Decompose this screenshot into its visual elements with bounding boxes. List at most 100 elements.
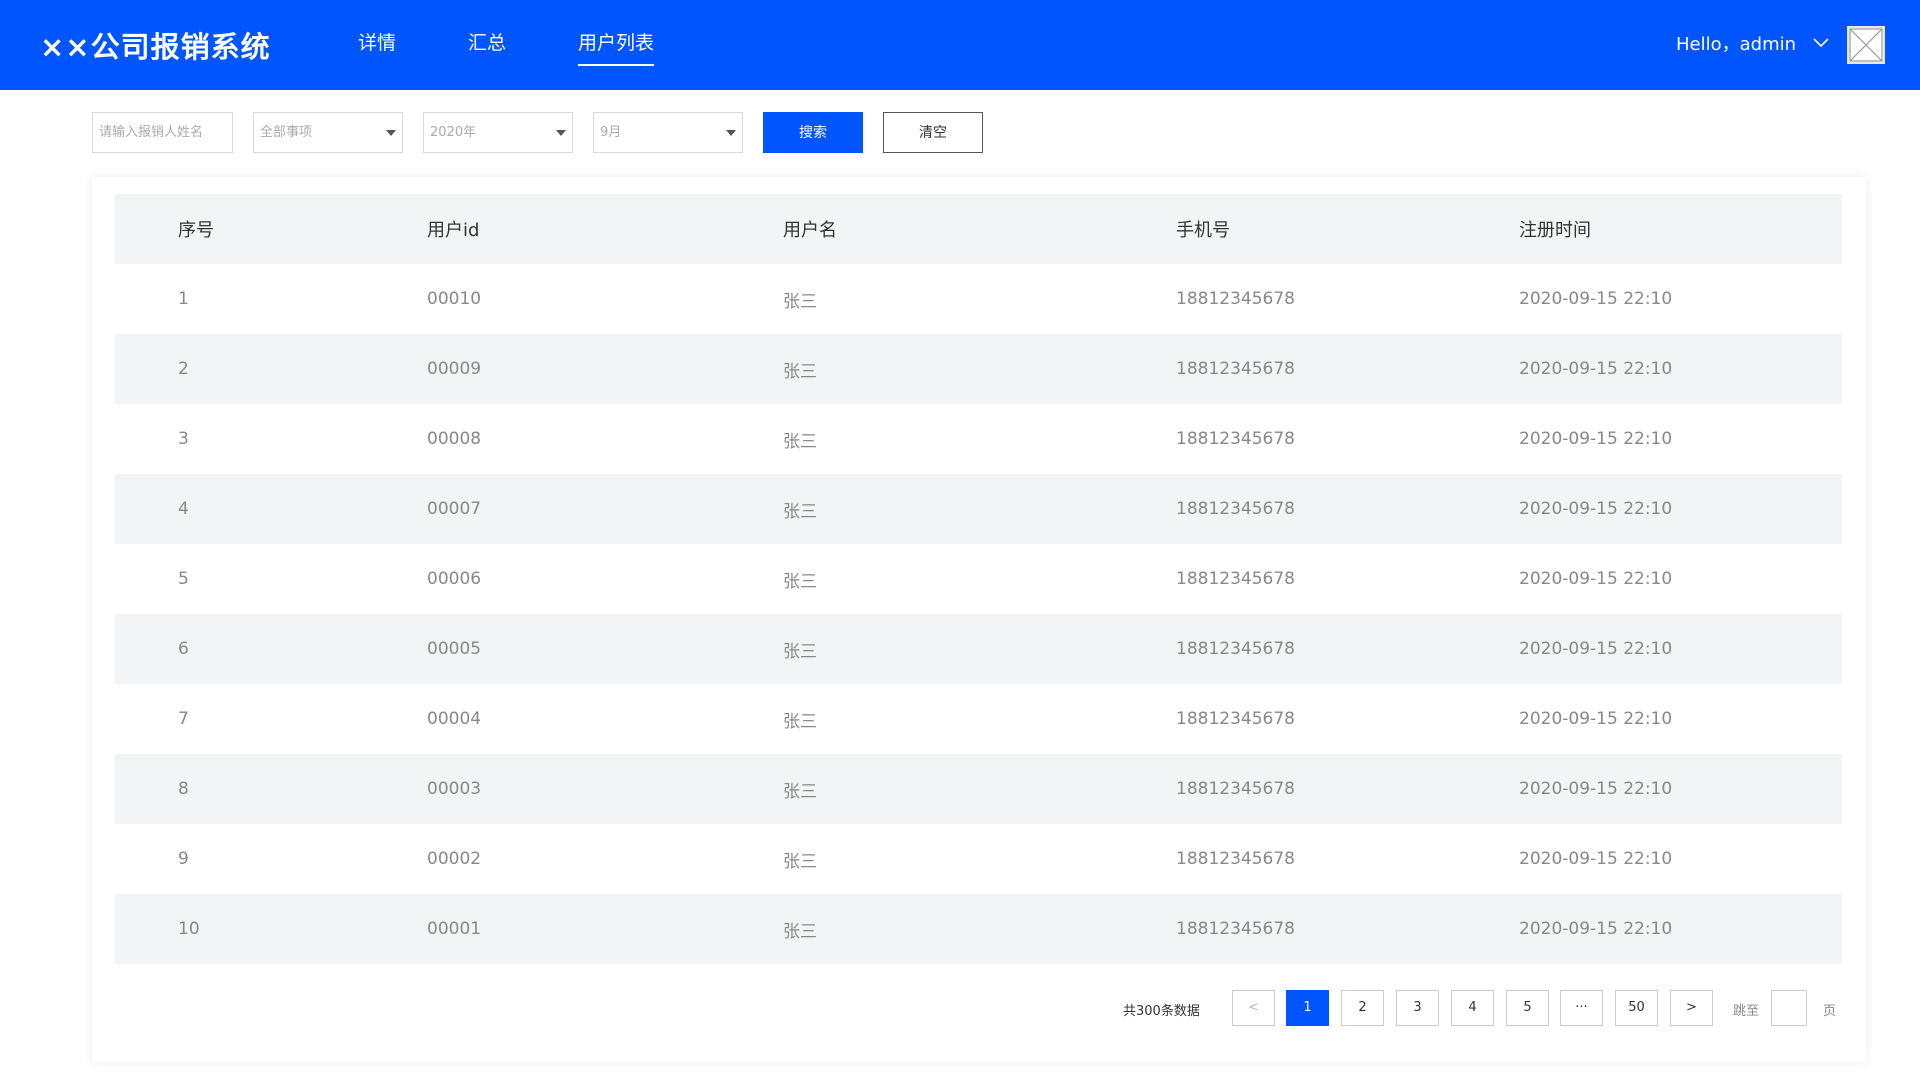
cell-username: 张三 (783, 431, 817, 452)
cell-index: 7 (178, 709, 189, 729)
cell-user-id: 00008 (427, 429, 482, 449)
cell-index: 4 (178, 499, 189, 519)
cell-index: 2 (178, 359, 189, 379)
app-logo: ××公司报销系统 (40, 30, 271, 64)
cell-username: 张三 (783, 711, 817, 732)
cell-phone: 18812345678 (1176, 779, 1295, 799)
cell-register-time: 2020-09-15 22:10 (1519, 779, 1673, 799)
jump-unit-label: 页 (1823, 1004, 1837, 1019)
column-header-register-time: 注册时间 (1519, 220, 1591, 241)
category-select[interactable]: 全部事项 (253, 112, 403, 153)
cell-user-id: 00007 (427, 499, 482, 519)
cell-phone: 18812345678 (1176, 429, 1295, 449)
cell-username: 张三 (783, 571, 817, 592)
user-greeting: Hello，admin (1676, 34, 1797, 55)
user-table: 序号 用户id 用户名 手机号 注册时间 1 00010 张三 18812345… (115, 194, 1842, 964)
cell-phone: 18812345678 (1176, 569, 1295, 589)
main-nav: 详情 汇总 用户列表 (358, 0, 726, 90)
cell-register-time: 2020-09-15 22:10 (1519, 429, 1673, 449)
table-row: 5 00006 张三 18812345678 2020-09-15 22:10 (115, 544, 1842, 614)
cell-phone: 18812345678 (1176, 359, 1295, 379)
nav-item-summary[interactable]: 汇总 (468, 0, 506, 90)
cell-register-time: 2020-09-15 22:10 (1519, 289, 1673, 309)
cell-username: 张三 (783, 641, 817, 662)
avatar[interactable] (1847, 26, 1885, 64)
cell-index: 8 (178, 779, 189, 799)
cell-index: 9 (178, 849, 189, 869)
cell-username: 张三 (783, 361, 817, 382)
table-row: 2 00009 张三 18812345678 2020-09-15 22:10 (115, 334, 1842, 404)
table-row: 4 00007 张三 18812345678 2020-09-15 22:10 (115, 474, 1842, 544)
page-button-4[interactable]: 4 (1451, 990, 1494, 1026)
cell-user-id: 00001 (427, 919, 482, 939)
cell-username: 张三 (783, 921, 817, 942)
page-ellipsis[interactable]: ··· (1560, 990, 1603, 1026)
top-header: ××公司报销系统 详情 汇总 用户列表 Hello，admin (0, 0, 1920, 90)
cell-user-id: 00002 (427, 849, 482, 869)
nav-item-details[interactable]: 详情 (358, 0, 396, 90)
caret-down-icon (726, 130, 736, 136)
total-count: 共300条数据 (1123, 1004, 1200, 1019)
cell-user-id: 00006 (427, 569, 482, 589)
user-list-card: 序号 用户id 用户名 手机号 注册时间 1 00010 张三 18812345… (92, 177, 1866, 1062)
cell-register-time: 2020-09-15 22:10 (1519, 569, 1673, 589)
table-body: 1 00010 张三 18812345678 2020-09-15 22:10 … (115, 264, 1842, 964)
chevron-down-icon (1812, 34, 1830, 52)
cell-phone: 18812345678 (1176, 499, 1295, 519)
cell-username: 张三 (783, 851, 817, 872)
cell-index: 5 (178, 569, 189, 589)
cell-username: 张三 (783, 501, 817, 522)
next-page-button[interactable]: > (1670, 990, 1713, 1026)
year-select-value: 2020年 (430, 125, 477, 140)
cell-index: 6 (178, 639, 189, 659)
page-button-5[interactable]: 5 (1506, 990, 1549, 1026)
jump-page-input[interactable] (1771, 990, 1807, 1026)
month-select-value: 9月 (600, 125, 622, 140)
cell-user-id: 00010 (427, 289, 482, 309)
prev-page-button[interactable]: < (1232, 990, 1275, 1026)
reimburser-name-field[interactable] (92, 112, 233, 153)
table-header-row: 序号 用户id 用户名 手机号 注册时间 (115, 194, 1842, 264)
cell-user-id: 00004 (427, 709, 482, 729)
cell-index: 10 (178, 919, 200, 939)
jump-to-label: 跳至 (1733, 1004, 1760, 1019)
nav-item-user-list[interactable]: 用户列表 (578, 0, 655, 90)
cell-phone: 18812345678 (1176, 849, 1295, 869)
cell-phone: 18812345678 (1176, 919, 1295, 939)
cell-register-time: 2020-09-15 22:10 (1519, 709, 1673, 729)
caret-down-icon (556, 130, 566, 136)
month-select[interactable]: 9月 (593, 112, 743, 153)
page-button-2[interactable]: 2 (1341, 990, 1384, 1026)
page-button-50[interactable]: 50 (1615, 990, 1658, 1026)
reimburser-name-input[interactable] (99, 114, 232, 151)
cell-user-id: 00005 (427, 639, 482, 659)
table-row: 3 00008 张三 18812345678 2020-09-15 22:10 (115, 404, 1842, 474)
cell-register-time: 2020-09-15 22:10 (1519, 639, 1673, 659)
page-button-1[interactable]: 1 (1286, 990, 1329, 1026)
cell-register-time: 2020-09-15 22:10 (1519, 359, 1673, 379)
cell-index: 1 (178, 289, 189, 309)
cell-phone: 18812345678 (1176, 639, 1295, 659)
table-row: 9 00002 张三 18812345678 2020-09-15 22:10 (115, 824, 1842, 894)
cell-register-time: 2020-09-15 22:10 (1519, 499, 1673, 519)
user-menu[interactable]: Hello，admin (1676, 30, 1830, 56)
pagination: 共300条数据 < 1 2 3 4 5 ··· 50 > 跳至 页 (92, 990, 1866, 1026)
cell-user-id: 00003 (427, 779, 482, 799)
table-row: 6 00005 张三 18812345678 2020-09-15 22:10 (115, 614, 1842, 684)
search-button[interactable]: 搜索 (763, 112, 863, 153)
clear-button[interactable]: 清空 (883, 112, 983, 153)
cell-username: 张三 (783, 781, 817, 802)
year-select[interactable]: 2020年 (423, 112, 573, 153)
category-select-value: 全部事项 (260, 125, 313, 140)
cell-register-time: 2020-09-15 22:10 (1519, 919, 1673, 939)
caret-down-icon (386, 130, 396, 136)
column-header-phone: 手机号 (1176, 220, 1230, 241)
cell-register-time: 2020-09-15 22:10 (1519, 849, 1673, 869)
cell-username: 张三 (783, 291, 817, 312)
cell-index: 3 (178, 429, 189, 449)
cell-user-id: 00009 (427, 359, 482, 379)
cell-phone: 18812345678 (1176, 709, 1295, 729)
table-row: 8 00003 张三 18812345678 2020-09-15 22:10 (115, 754, 1842, 824)
page-button-3[interactable]: 3 (1396, 990, 1439, 1026)
cell-phone: 18812345678 (1176, 289, 1295, 309)
